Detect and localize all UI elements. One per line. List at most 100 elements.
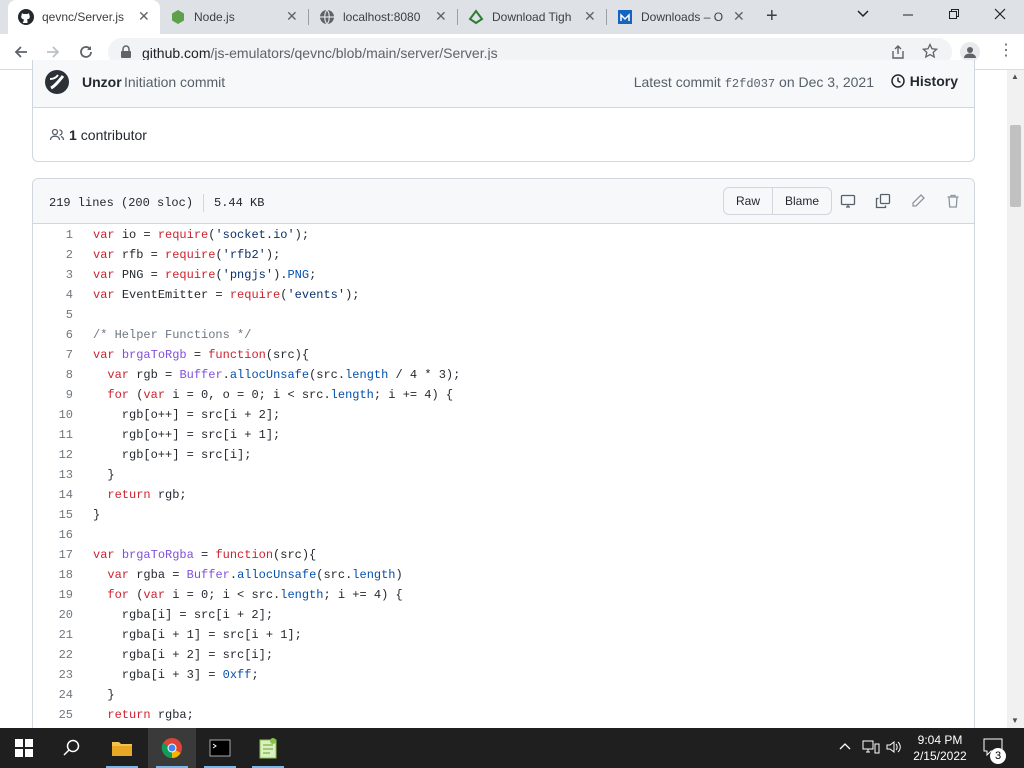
commit-date[interactable]: on Dec 3, 2021 [779,74,874,90]
code-token: var [93,268,115,282]
code-token: ( [129,588,144,602]
volume-icon[interactable] [886,740,902,757]
close-tab-icon[interactable]: ✕ [435,8,447,24]
network-icon[interactable] [862,740,880,757]
code-token: ). [273,268,288,282]
code-token: PNG [287,268,310,282]
code-token: 'events' [287,288,346,302]
pencil-edit-icon[interactable] [909,192,927,210]
desktop-icon[interactable] [839,192,857,210]
url-text[interactable]: github.com/js-emulators/qevnc/blob/main/… [142,45,498,61]
line-number[interactable]: 16 [33,525,73,545]
tab-localhost[interactable]: localhost:8080 ✕ [309,0,457,34]
line-number[interactable]: 8 [33,365,73,385]
line-number[interactable]: 25 [33,705,73,725]
commit-sha[interactable]: f2fd037 [725,77,775,91]
restore-icon[interactable] [948,7,960,23]
line-number[interactable]: 21 [33,625,73,645]
system-clock[interactable]: 9:04 PM 2/15/2022 [908,732,972,764]
line-number[interactable]: 22 [33,645,73,665]
tab-downloads[interactable]: Downloads – O ✕ [607,0,755,34]
new-tab-plus-icon[interactable]: + [766,6,778,26]
line-number[interactable]: 9 [33,385,73,405]
scroll-up-arrow-icon[interactable]: ▲ [1011,72,1019,81]
line-number[interactable]: 12 [33,445,73,465]
line-number[interactable]: 3 [33,265,73,285]
chrome-icon[interactable] [148,728,196,768]
windows-taskbar: 9:04 PM 2/15/2022 3 [0,728,1024,768]
file-explorer-icon[interactable] [98,728,146,768]
code-token: ) [395,568,403,582]
latest-commit-row: Unzor Initiation commit Latest commit f2… [33,60,974,108]
trash-icon[interactable] [944,192,962,210]
commit-message[interactable]: Initiation commit [124,74,225,90]
line-number[interactable]: 20 [33,605,73,625]
code-token: 'socket.io' [215,228,295,242]
line-number[interactable]: 4 [33,285,73,305]
commit-author[interactable]: Unzor [82,74,122,90]
code-line: 23 rgba[i + 3] = 0xff; [33,665,974,685]
terminal-icon[interactable] [196,728,244,768]
code-token: Buffer [186,568,230,582]
code-token: i = 0; i < src. [165,588,281,602]
browser-menu-icon[interactable]: ⋮ [998,43,1014,59]
line-number[interactable]: 5 [33,305,73,325]
line-number[interactable]: 18 [33,565,73,585]
tab-qevnc-server[interactable]: qevnc/Server.js ✕ [8,0,160,34]
minimize-icon[interactable] [902,7,914,23]
blame-button[interactable]: Blame [772,188,831,214]
code-line: 19 for (var i = 0; i < src.length; i += … [33,585,974,605]
windows-start-icon[interactable] [0,728,48,768]
line-number[interactable]: 24 [33,685,73,705]
line-number[interactable]: 14 [33,485,73,505]
close-tab-icon[interactable]: ✕ [584,8,596,24]
notepad-plus-plus-icon[interactable] [244,728,292,768]
line-number[interactable]: 15 [33,505,73,525]
line-number[interactable]: 7 [33,345,73,365]
line-number[interactable]: 23 [33,665,73,685]
show-hidden-icons-chevron-icon[interactable] [838,740,852,757]
tab-nodejs[interactable]: Node.js ✕ [160,0,308,34]
close-window-icon[interactable] [994,7,1006,23]
line-number[interactable]: 19 [33,585,73,605]
copy-icon[interactable] [874,192,892,210]
code-token: rgba; [150,708,194,722]
line-number[interactable]: 6 [33,325,73,345]
code-token: (src. [309,368,346,382]
close-tab-icon[interactable]: ✕ [286,8,298,24]
back-arrow-icon[interactable] [10,41,32,63]
close-tab-icon[interactable]: ✕ [733,8,745,24]
code-line: 4 var EventEmitter = require('events'); [33,285,974,305]
history-button[interactable]: History [890,73,958,89]
code-token: var [93,288,115,302]
line-number[interactable]: 10 [33,405,73,425]
line-number[interactable]: 2 [33,245,73,265]
tab-search-chevron-icon[interactable] [856,6,870,23]
profile-avatar-icon[interactable] [960,42,980,62]
code-content: var rgb = Buffer.allocUnsafe(src.length … [73,365,460,385]
code-token: length [352,568,396,582]
code-line: 22 rgba[i + 2] = src[i]; [33,645,974,665]
line-number[interactable]: 1 [33,225,73,245]
line-number[interactable]: 13 [33,465,73,485]
code-token: rgb = [136,368,180,382]
scroll-down-arrow-icon[interactable]: ▼ [1011,716,1019,725]
file-header: 219 lines (200 sloc) 5.44 KB Raw Blame [33,179,974,224]
raw-button[interactable]: Raw [724,188,772,214]
search-icon[interactable] [48,728,96,768]
latest-commit-label: Latest commit [633,74,721,90]
code-token: require [157,228,209,242]
code-token: length [345,368,389,382]
contributors-link[interactable]: 1 contributor [49,127,147,143]
history-clock-icon [891,74,905,88]
close-tab-icon[interactable]: ✕ [138,8,150,24]
line-number[interactable]: 11 [33,425,73,445]
avatar[interactable] [45,70,69,94]
code-token: length [330,388,374,402]
line-number[interactable]: 17 [33,545,73,565]
tab-download-tightvnc[interactable]: Download Tigh ✕ [458,0,606,34]
code-token: rgba[i] = src[i + 2]; [93,608,274,622]
scrollbar-thumb[interactable] [1010,125,1021,207]
